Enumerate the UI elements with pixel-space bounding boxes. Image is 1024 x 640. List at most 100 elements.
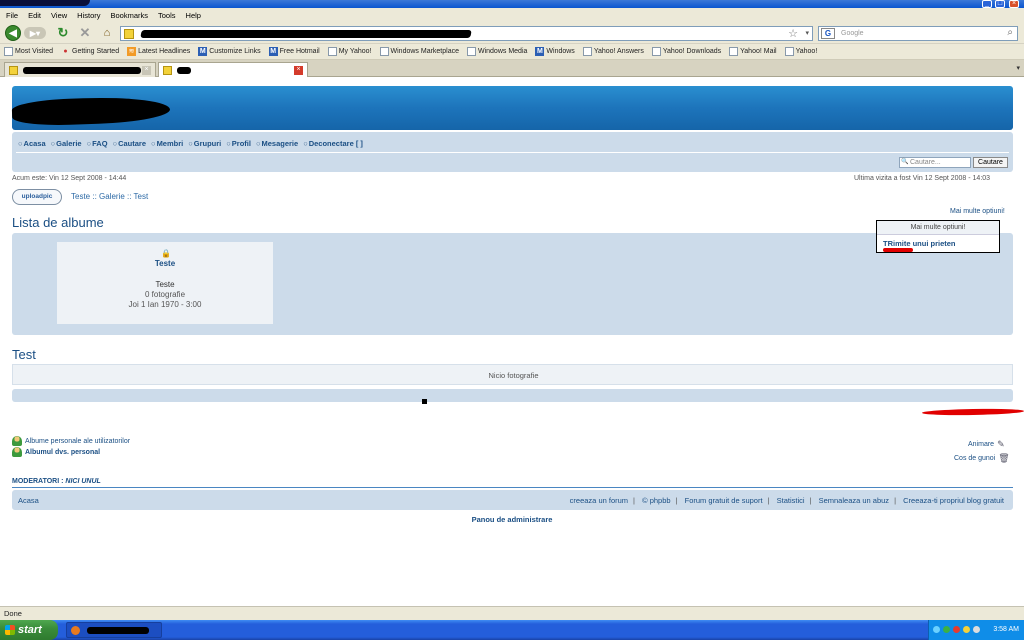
windows-taskbar: start 3:58 AM bbox=[0, 620, 1024, 640]
bookmark-yahoo-downloads[interactable]: Yahoo! Downloads bbox=[651, 47, 721, 56]
upload-pic-button[interactable]: uploadpic bbox=[12, 189, 62, 205]
taskbar-firefox-button[interactable] bbox=[66, 622, 162, 638]
home-button[interactable]: ⌂ bbox=[99, 25, 115, 41]
nav-deconectare[interactable]: Deconectare [ ] bbox=[303, 139, 363, 148]
personal-albums-link[interactable]: Albume personale ale utilizatorilor bbox=[12, 436, 130, 446]
footer-link-support[interactable]: Forum gratuit de suport bbox=[685, 496, 763, 505]
breadcrumb[interactable]: Teste :: Galerie :: Test bbox=[71, 192, 148, 201]
msn-icon: M bbox=[198, 47, 208, 56]
lock-icon: 🔒 bbox=[161, 249, 171, 258]
window-title-bar[interactable]: _ □ × bbox=[0, 0, 1024, 8]
tray-volume-icon[interactable] bbox=[973, 626, 980, 633]
forum-nav-links: Acasa Galerie FAQ Cautare Membri Grupuri… bbox=[18, 139, 363, 148]
moderators-divider bbox=[12, 487, 1013, 488]
minimize-button[interactable]: _ bbox=[982, 0, 992, 8]
search-icon[interactable]: ⌕ bbox=[1007, 27, 1013, 38]
footer-home-link[interactable]: Acasa bbox=[18, 496, 39, 505]
start-button[interactable]: start bbox=[0, 620, 58, 640]
footer-link-blog[interactable]: Creeaza-ti propriul blog gratuit bbox=[903, 496, 1004, 505]
google-icon[interactable]: G bbox=[821, 28, 835, 39]
search-engine-box[interactable]: G Google ⌕ bbox=[818, 26, 1018, 41]
menu-bookmarks[interactable]: Bookmarks bbox=[111, 11, 149, 20]
star-icon: ● bbox=[63, 48, 68, 55]
reload-button[interactable]: ↻ bbox=[55, 25, 71, 41]
close-tab-icon[interactable]: × bbox=[142, 66, 151, 75]
more-options-link[interactable]: Mai multe optiuni! bbox=[950, 208, 1005, 215]
menu-file[interactable]: File bbox=[6, 11, 18, 20]
close-window-button[interactable]: × bbox=[1009, 0, 1019, 8]
stop-button[interactable]: ✕ bbox=[77, 25, 93, 41]
bookmark-latest-headlines[interactable]: ≋ Latest Headlines bbox=[127, 47, 190, 56]
footer-link-phpbb[interactable]: © phpbb bbox=[642, 496, 670, 505]
album-link[interactable]: Teste bbox=[57, 259, 273, 268]
wand-icon: ✎ bbox=[997, 439, 1005, 449]
my-album-link[interactable]: Albumul dvs. personal bbox=[12, 447, 100, 457]
address-bar[interactable]: ☆ ▾ bbox=[120, 26, 813, 41]
nav-mesagerie[interactable]: Mesagerie bbox=[256, 139, 299, 148]
page-icon bbox=[582, 47, 592, 56]
rss-icon: ≋ bbox=[127, 47, 137, 56]
bookmark-yahoo-answers[interactable]: Yahoo! Answers bbox=[582, 47, 644, 56]
red-scribble-mark bbox=[883, 248, 913, 252]
animation-link[interactable]: Animare ✎ bbox=[968, 439, 1007, 450]
bookmarks-toolbar: Most Visited ● Getting Started ≋ Latest He… bbox=[0, 44, 1024, 60]
close-tab-icon[interactable]: × bbox=[294, 66, 303, 75]
current-time: Acum este: Vin 12 Sept 2008 - 14:44 bbox=[12, 175, 127, 182]
browser-tab[interactable]: × bbox=[4, 62, 156, 77]
nav-acasa[interactable]: Acasa bbox=[18, 139, 46, 148]
page-icon bbox=[466, 47, 476, 56]
bookmark-windows-marketplace[interactable]: Windows Marketplace bbox=[379, 47, 459, 56]
nav-galerie[interactable]: Galerie bbox=[51, 139, 81, 148]
bookmark-windows[interactable]: M Windows bbox=[535, 47, 575, 56]
menu-view[interactable]: View bbox=[51, 11, 67, 20]
bookmark-my-yahoo[interactable]: My Yahoo! bbox=[327, 47, 372, 56]
nav-membri[interactable]: Membri bbox=[151, 139, 184, 148]
bookmark-windows-media[interactable]: Windows Media bbox=[466, 47, 527, 56]
bookmark-yahoo-mail[interactable]: Yahoo! Mail bbox=[729, 47, 777, 56]
back-button[interactable]: ◀ bbox=[5, 25, 21, 41]
tab-title-redacted bbox=[177, 67, 191, 74]
footer-link-create-forum[interactable]: creeaza un forum bbox=[570, 496, 628, 505]
bookmark-free-hotmail[interactable]: M Free Hotmail bbox=[268, 47, 320, 56]
maximize-button[interactable]: □ bbox=[995, 0, 1005, 8]
menu-tools[interactable]: Tools bbox=[158, 11, 176, 20]
tab-list-icon[interactable]: ▾ bbox=[1016, 64, 1020, 72]
page-icon bbox=[379, 47, 389, 56]
footer-link-statistics[interactable]: Statistici bbox=[777, 496, 805, 505]
nav-faq[interactable]: FAQ bbox=[87, 139, 107, 148]
forum-search-button[interactable]: Cautare bbox=[973, 157, 1008, 168]
tray-messenger-icon[interactable] bbox=[963, 626, 970, 633]
bookmark-customize-links[interactable]: M Customize Links bbox=[198, 47, 261, 56]
page-icon bbox=[784, 47, 794, 56]
tray-antivirus-icon[interactable] bbox=[953, 626, 960, 633]
admin-panel-link[interactable]: Panou de administrare bbox=[0, 515, 1024, 524]
menu-edit[interactable]: Edit bbox=[28, 11, 41, 20]
forum-header-banner bbox=[11, 86, 1013, 130]
search-engine-placeholder: Google bbox=[841, 30, 864, 37]
send-to-friend-link[interactable]: TRimite unui prieten bbox=[883, 239, 956, 248]
moderators-value: NICI UNUL bbox=[65, 478, 101, 485]
moderators-label: MODERATORI : bbox=[12, 478, 64, 485]
section-title: Test bbox=[12, 347, 36, 362]
nav-cautare[interactable]: Cautare bbox=[113, 139, 146, 148]
forum-logo-redacted[interactable] bbox=[11, 95, 171, 127]
browser-tab-active[interactable]: × bbox=[158, 62, 308, 77]
forum-search-input[interactable]: Cautare... bbox=[899, 157, 971, 168]
footer-links: creeaza un forum | © phpbb | Forum gratuit… bbox=[569, 496, 1004, 505]
tray-shield-icon[interactable] bbox=[943, 626, 950, 633]
tray-network-icon[interactable] bbox=[933, 626, 940, 633]
bookmark-getting-started[interactable]: ● Getting Started bbox=[61, 47, 119, 56]
forward-button[interactable]: ▶▾ bbox=[24, 27, 46, 39]
nav-grupuri[interactable]: Grupuri bbox=[188, 139, 222, 148]
nav-profil[interactable]: Profil bbox=[226, 139, 251, 148]
album-list-panel: 🔒 Teste Teste 0 fotografie Joi 1 Ian 197… bbox=[12, 233, 1013, 335]
bookmark-star-icon[interactable]: ☆ bbox=[788, 27, 798, 40]
footer-link-report-abuse[interactable]: Semnaleaza un abuz bbox=[819, 496, 889, 505]
menu-bar: File Edit View History Bookmarks Tools H… bbox=[0, 8, 1024, 22]
trash-link[interactable]: Cos de gunoi 🗑 bbox=[954, 453, 1010, 464]
menu-history[interactable]: History bbox=[77, 11, 100, 20]
bookmark-most-visited[interactable]: Most Visited bbox=[4, 47, 53, 56]
bookmark-yahoo[interactable]: Yahoo! bbox=[784, 47, 817, 56]
menu-help[interactable]: Help bbox=[186, 11, 201, 20]
url-dropdown-icon[interactable]: ▾ bbox=[805, 29, 809, 37]
